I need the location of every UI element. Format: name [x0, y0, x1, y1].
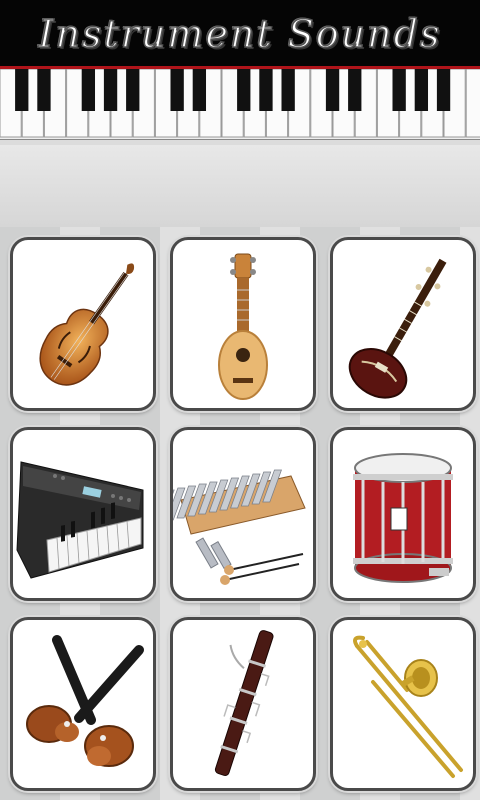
app-title: Instrument Sounds: [38, 11, 442, 57]
black-key: [281, 69, 295, 111]
double-bass-icon: [39, 263, 135, 386]
glockenspiel-icon: [173, 469, 306, 585]
black-key: [81, 69, 96, 111]
black-key: [103, 69, 118, 111]
trombone-button[interactable]: [330, 617, 476, 791]
black-key: [37, 69, 51, 111]
bassoon-button[interactable]: [170, 617, 316, 791]
glockenspiel-button[interactable]: [170, 427, 316, 601]
black-key: [192, 69, 207, 111]
black-key: [325, 69, 340, 111]
app-header: Instrument Sounds: [0, 0, 480, 68]
electronic-keyboard-button[interactable]: [10, 427, 156, 601]
white-key: [465, 69, 480, 138]
bassoon-icon: [214, 630, 274, 776]
black-key: [15, 69, 29, 111]
piano-keys-icon: [0, 69, 480, 138]
sitar-icon: [348, 258, 447, 399]
black-key: [259, 69, 273, 111]
trombone-icon: [353, 635, 463, 778]
black-key: [436, 69, 451, 111]
black-key: [126, 69, 140, 111]
electronic-keyboard-icon: [16, 461, 144, 579]
ukulele-button[interactable]: [170, 237, 316, 411]
instrument-grid: [0, 227, 480, 800]
ukulele-icon: [218, 253, 268, 400]
black-key: [237, 69, 251, 111]
sitar-button[interactable]: [330, 237, 476, 411]
banner-space: [0, 145, 480, 227]
black-key: [348, 69, 362, 111]
castanets-icon: [26, 635, 144, 767]
black-key: [392, 69, 406, 111]
piano-keyboard-banner: [0, 69, 480, 140]
black-key: [414, 69, 429, 111]
castanets-button[interactable]: [10, 617, 156, 791]
snare-drum-icon: [353, 453, 453, 583]
double-bass-button[interactable]: [10, 237, 156, 411]
black-key: [170, 69, 184, 111]
snare-drum-button[interactable]: [330, 427, 476, 601]
